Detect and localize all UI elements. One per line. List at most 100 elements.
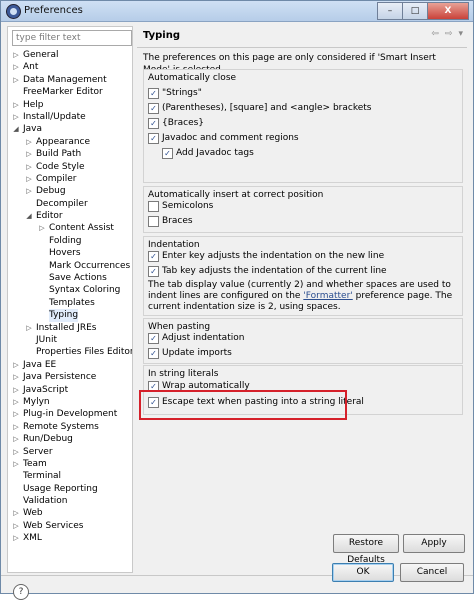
expand-arrow-icon[interactable]: ▷ [25,148,33,160]
expand-arrow-icon[interactable]: ▷ [38,222,46,234]
tree-item[interactable]: Typing [8,309,132,322]
tree-item[interactable]: Validation [8,495,132,507]
expand-arrow-icon[interactable]: ▷ [25,322,33,334]
checkbox-box[interactable]: ✓ [148,348,159,359]
tree-item[interactable]: ▷ Web Services [8,520,132,532]
tree-item[interactable]: ◢ Editor [8,210,132,222]
checkbox-box[interactable]: ✓ [148,266,159,277]
tree-item[interactable]: ▷ XML [8,532,132,544]
expand-arrow-icon[interactable]: ▷ [12,446,20,458]
checkbox-box[interactable]: ✓ [148,88,159,99]
view-menu-icon[interactable]: ▾ [458,29,463,39]
checkbox-box[interactable]: ✓ [148,118,159,129]
tree-item[interactable]: Properties Files Editor [8,346,132,358]
tree-item[interactable]: ▷ Ant [8,61,132,73]
eclipse-icon [6,4,21,19]
collapse-arrow-icon[interactable]: ◢ [25,210,33,222]
checkbox-box[interactable]: ✓ [148,333,159,344]
tree-item[interactable]: Folding [8,235,132,247]
tree-item[interactable]: ▷ Content Assist [8,222,132,234]
tree-item[interactable]: ▷ Plug-in Development [8,408,132,420]
tree-item[interactable]: Templates [8,297,132,309]
minimize-button[interactable]: – [377,2,403,20]
help-icon[interactable]: ? [13,584,29,600]
expand-arrow-icon[interactable]: ▷ [12,371,20,383]
tree-item[interactable]: ▷ Java EE [8,359,132,371]
tree-item[interactable]: Mark Occurrences [8,260,132,272]
tree-item[interactable]: ▷ Data Management [8,74,132,86]
expand-arrow-icon[interactable]: ▷ [12,458,20,470]
expand-arrow-icon[interactable]: ▷ [12,408,20,420]
tree-item[interactable]: ▷ Remote Systems [8,421,132,433]
restore-defaults-button[interactable]: Restore Defaults [333,534,399,565]
tree-item[interactable]: ▷ Installed JREs [8,322,132,334]
tree-item[interactable]: ▷ Web [8,507,132,519]
expand-arrow-icon[interactable]: ▷ [12,74,20,86]
expand-arrow-icon[interactable]: ▷ [25,185,33,197]
expand-arrow-icon[interactable]: ▷ [12,111,20,123]
checkbox-label: Enter key adjusts the indentation on the… [162,251,385,261]
expand-arrow-icon[interactable]: ▷ [12,384,20,396]
tree-item[interactable]: ▷ Run/Debug [8,433,132,445]
filter-input[interactable]: type filter text [12,30,132,46]
cancel-button[interactable]: Cancel [400,563,464,582]
tree-item[interactable]: ▷ Code Style [8,161,132,173]
tree-item[interactable]: ▷ Team [8,458,132,470]
expand-arrow-icon[interactable]: ▷ [12,99,20,111]
expand-arrow-icon[interactable]: ▷ [12,396,20,408]
expand-arrow-icon[interactable]: ▷ [12,61,20,73]
tree-item[interactable]: ▷ Appearance [8,136,132,148]
expand-arrow-icon[interactable]: ▷ [25,161,33,173]
tree-item[interactable]: ◢ Java [8,123,132,135]
tree-item[interactable]: ▷ General [8,49,132,61]
apply-button[interactable]: Apply [403,534,465,553]
tree-item[interactable]: ▷ Compiler [8,173,132,185]
checkbox-box[interactable]: ✓ [148,103,159,114]
expand-arrow-icon[interactable]: ▷ [12,507,20,519]
tree-item[interactable]: Decompiler [8,198,132,210]
tree-item[interactable]: Save Actions [8,272,132,284]
expand-arrow-icon[interactable]: ▷ [12,520,20,532]
checkbox-label: Update imports [162,348,232,358]
expand-arrow-icon[interactable]: ▷ [25,173,33,185]
ok-button[interactable]: OK [332,563,394,582]
checkbox-box[interactable] [148,216,159,227]
tree-item[interactable]: ▷ Mylyn [8,396,132,408]
tree-item-label: Java EE [23,359,57,370]
tree-item[interactable]: FreeMarker Editor [8,86,132,98]
tree-item[interactable]: ▷ JavaScript [8,384,132,396]
formatter-link[interactable]: 'Formatter' [303,291,352,301]
tree-item[interactable]: ▷ Debug [8,185,132,197]
back-arrow-icon[interactable]: ⇦ [431,29,439,39]
tree-item[interactable]: Hovers [8,247,132,259]
tree-item[interactable]: ▷ Build Path [8,148,132,160]
expand-arrow-icon[interactable]: ▷ [12,49,20,61]
expand-arrow-icon[interactable]: ▷ [12,532,20,544]
checkbox-label: Semicolons [162,201,214,211]
tree-item[interactable]: ▷ Install/Update [8,111,132,123]
tree-item[interactable]: ▷ Java Persistence [8,371,132,383]
tree-item[interactable]: Syntax Coloring [8,284,132,296]
checkbox-box[interactable]: ✓ [148,251,159,262]
forward-arrow-icon[interactable]: ⇨ [445,29,453,39]
checkbox-box[interactable] [148,201,159,212]
tree-item[interactable]: ▷ Help [8,99,132,111]
expand-arrow-icon[interactable]: ▷ [12,421,20,433]
expand-arrow-icon[interactable]: ▷ [12,359,20,371]
tree-item[interactable]: Terminal [8,470,132,482]
collapse-arrow-icon[interactable]: ◢ [12,123,20,135]
close-button[interactable]: X [428,2,469,20]
tree-item[interactable]: Usage Reporting [8,483,132,495]
preference-tree: ▷ General ▷ Ant ▷ Data Management FreeMarker E… [8,49,132,545]
title-bar[interactable]: Preferences – □ X [1,1,473,22]
tree-item[interactable]: ▷ Server [8,446,132,458]
tree-item-label: Server [23,446,53,457]
maximize-button[interactable]: □ [403,2,428,20]
expand-arrow-icon[interactable]: ▷ [25,136,33,148]
expand-arrow-icon[interactable]: ▷ [12,433,20,445]
checkbox-box[interactable]: ✓ [148,133,159,144]
tree-item-label: Properties Files Editor [36,347,133,358]
tree-item-label: Run/Debug [23,434,73,445]
tree-item[interactable]: JUnit [8,334,132,346]
checkbox-box[interactable]: ✓ [162,148,173,159]
